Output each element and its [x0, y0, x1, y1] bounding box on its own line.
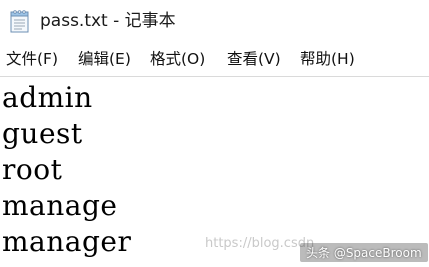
- editor-line: admin: [2, 81, 93, 114]
- menu-format[interactable]: 格式(O): [150, 48, 205, 70]
- title-bar[interactable]: pass.txt - 记事本: [0, 0, 429, 42]
- editor-line: guest: [2, 117, 83, 150]
- watermark-author: 头条 @SpaceBroom: [300, 243, 428, 262]
- editor-line: manager: [2, 225, 132, 258]
- menu-edit[interactable]: 编辑(E): [78, 48, 131, 70]
- notepad-window: pass.txt - 记事本 文件(F) 编辑(E) 格式(O) 查看(V) 帮…: [0, 0, 429, 267]
- menu-view[interactable]: 查看(V): [227, 48, 281, 70]
- menu-file[interactable]: 文件(F): [6, 48, 58, 70]
- menu-bar: 文件(F) 编辑(E) 格式(O) 查看(V) 帮助(H): [0, 42, 429, 77]
- watermark-url: https://blog.csdn: [205, 236, 315, 251]
- window-title: pass.txt - 记事本: [40, 11, 176, 31]
- notepad-icon: [9, 9, 31, 33]
- editor-line: manage: [2, 189, 118, 222]
- editor-line: root: [2, 153, 63, 186]
- menu-help[interactable]: 帮助(H): [300, 48, 355, 70]
